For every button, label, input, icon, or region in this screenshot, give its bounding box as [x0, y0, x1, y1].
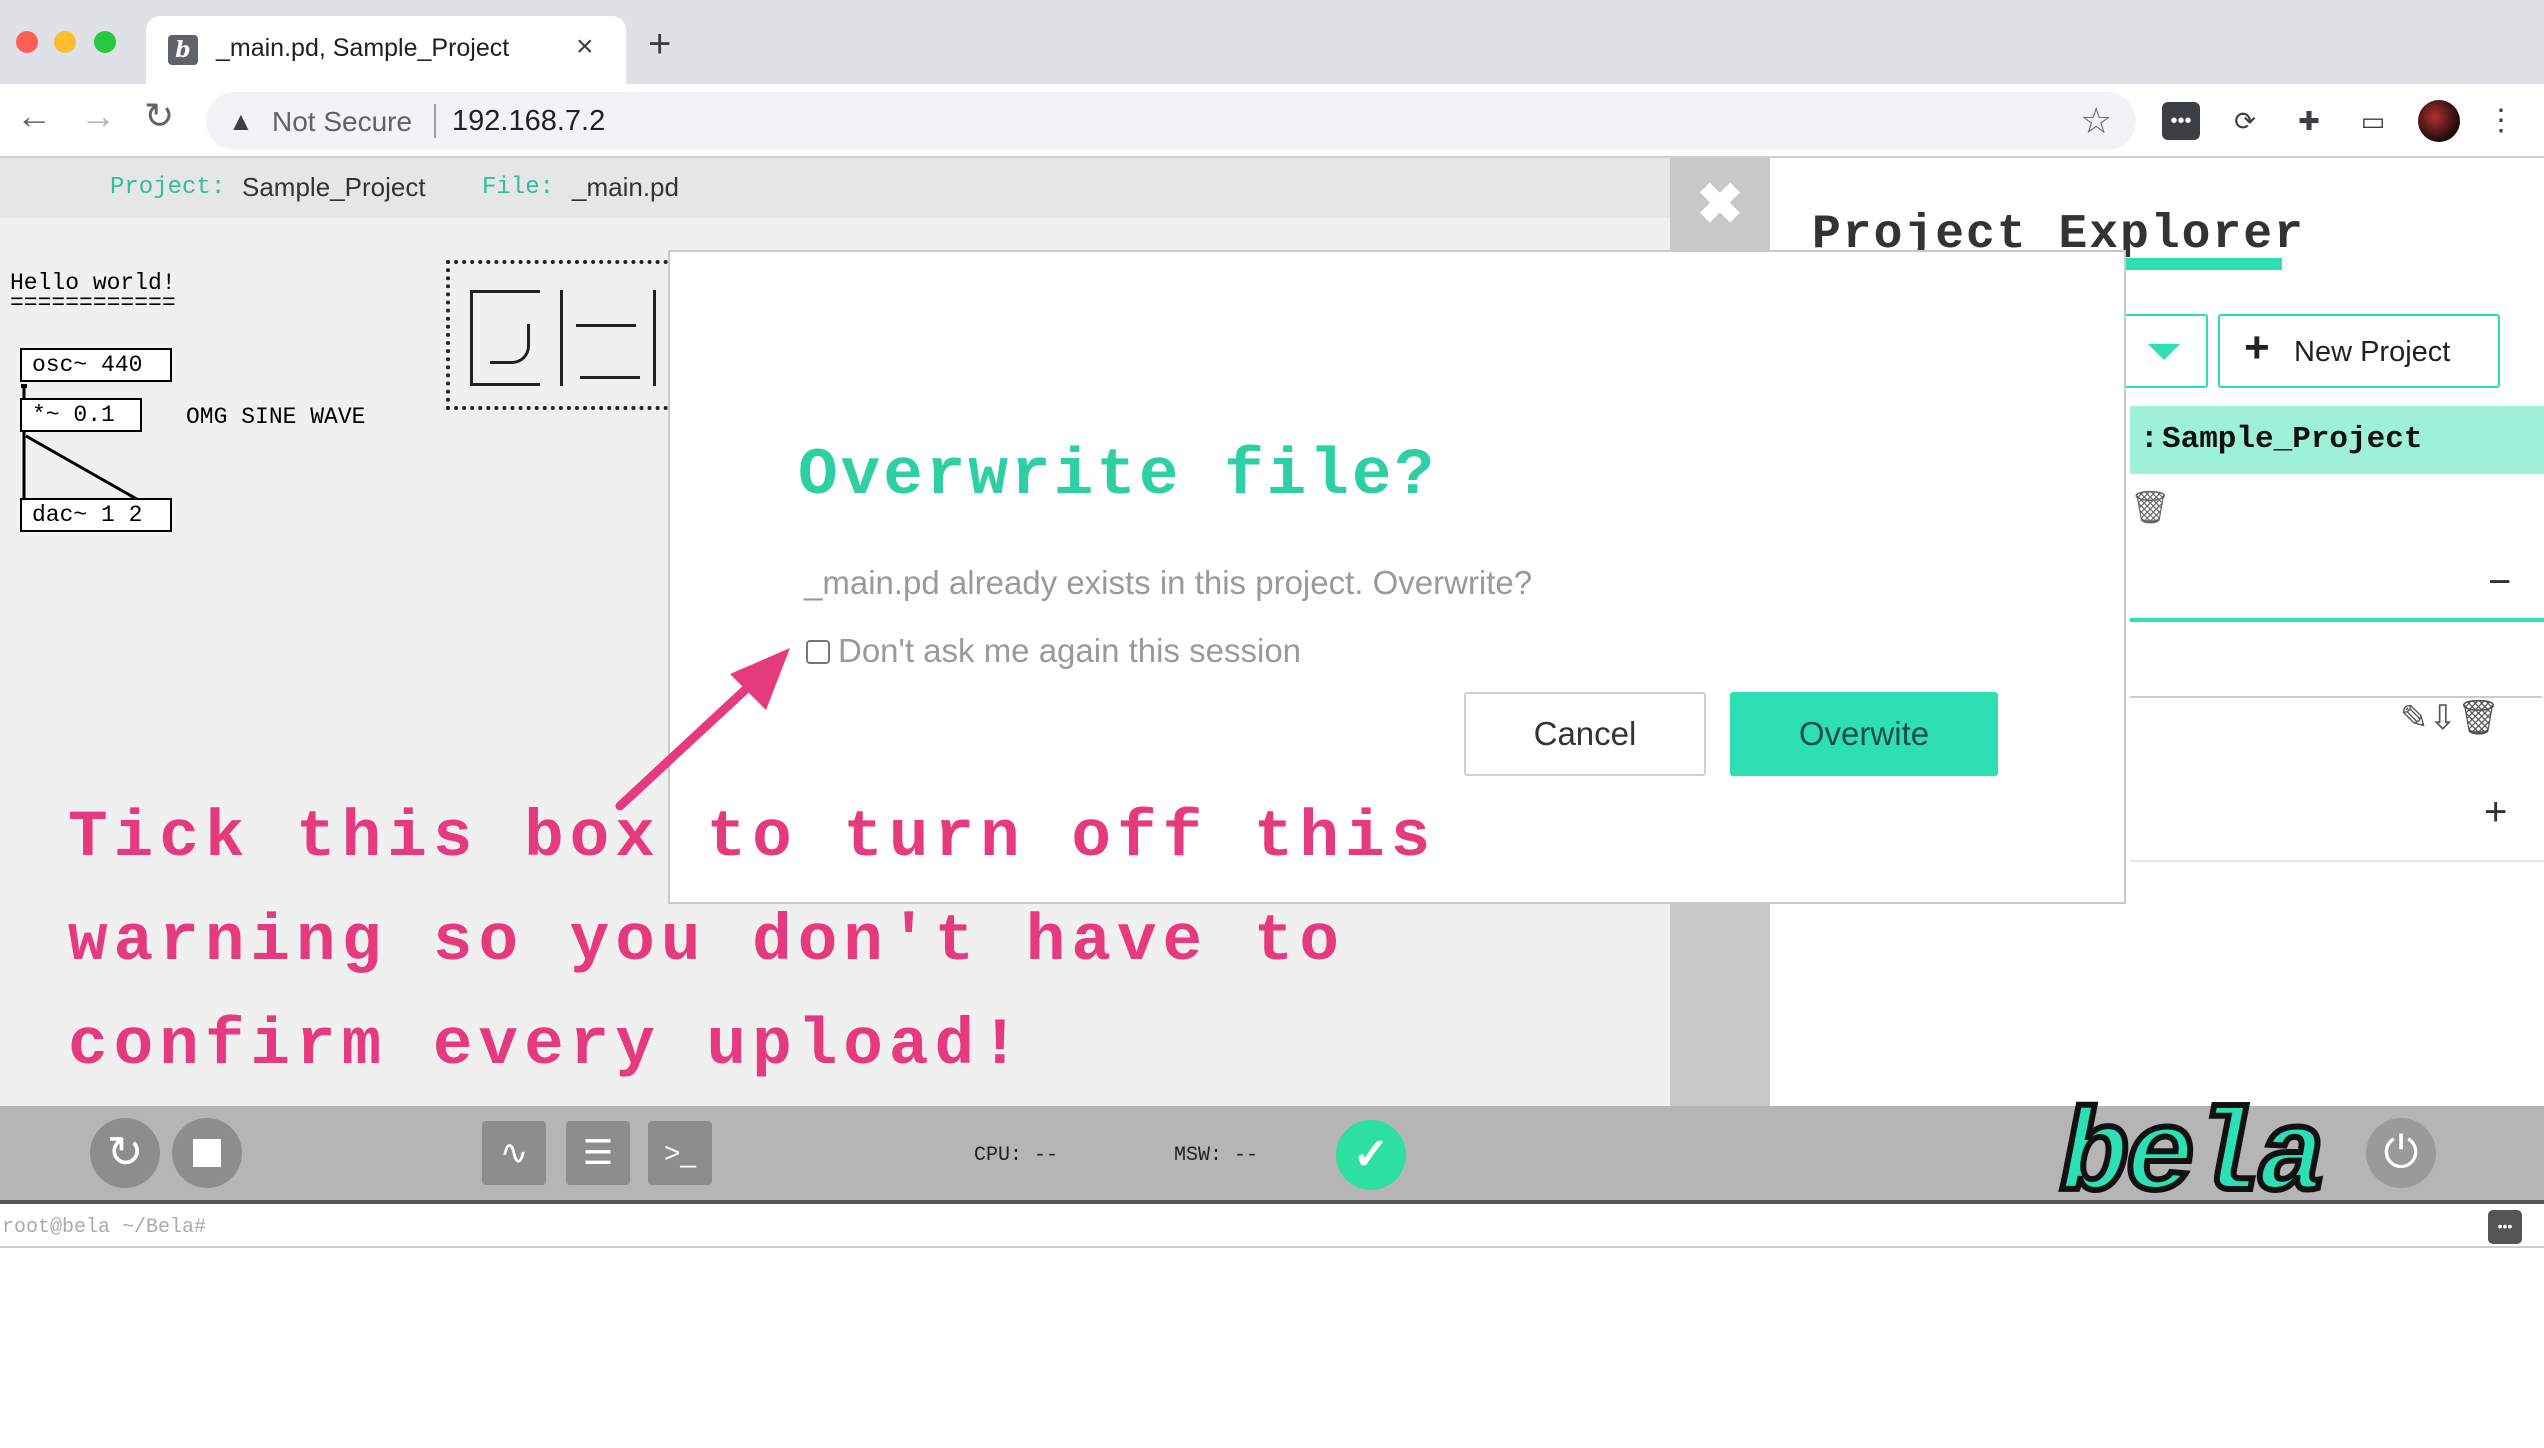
annotation-line-3: confirm every upload!	[68, 1008, 1026, 1083]
browser-tab-bar: b _main.pd, Sample_Project × +	[0, 0, 2544, 84]
file-info-bar: Project: Sample_Project File: _main.pd	[0, 158, 1670, 218]
stop-button[interactable]	[172, 1118, 242, 1188]
window-close-button[interactable]	[16, 31, 38, 53]
expand-icon[interactable]: +	[2484, 790, 2507, 835]
section-header-collapsed[interactable]: +	[2130, 770, 2544, 862]
scope-icon[interactable]: ∿	[482, 1121, 546, 1185]
file-actions: ✎⇩🗑	[2400, 698, 2500, 738]
tab-title: _main.pd, Sample_Project	[216, 34, 510, 62]
reload-icon[interactable]: ↻	[144, 98, 174, 134]
dont-ask-again-label[interactable]: Don't ask me again this session	[838, 632, 1301, 670]
delete-project-trash-icon[interactable]: 🗑	[2130, 488, 2171, 526]
stop-icon	[193, 1139, 221, 1167]
console-options-icon[interactable]: •••	[2488, 1210, 2522, 1244]
omg-comment: OMG SINE WAVE	[186, 404, 366, 430]
tab-close-icon[interactable]: ×	[576, 30, 594, 64]
console-prompt: root@bela ~/Bela#	[2, 1216, 207, 1239]
current-project-row[interactable]: : Sample_Project	[2130, 406, 2544, 474]
new-project-label: New Project	[2294, 336, 2451, 368]
cpu-stat: CPU: --	[974, 1144, 1059, 1167]
browser-toolbar: ← → ↻ ▲ Not Secure 192.168.7.2 ☆ ••• ⟳ ✚…	[0, 84, 2544, 158]
bela-favicon-icon: b	[168, 35, 198, 65]
osc-object[interactable]: osc~ 440	[20, 348, 172, 382]
logo-letter-e-base	[580, 376, 640, 379]
terminal-icon[interactable]: >_	[648, 1121, 712, 1185]
project-select-dropdown[interactable]	[2120, 314, 2208, 388]
bela-ascii-logo	[446, 260, 676, 410]
project-row-prefix: :	[2140, 422, 2159, 457]
download-icon[interactable]: ⇩	[2429, 699, 2458, 737]
cast-icon[interactable]: ▭	[2354, 102, 2392, 140]
trash-icon[interactable]: 🗑	[2457, 699, 2500, 737]
forward-icon[interactable]: →	[80, 98, 116, 134]
warning-icon[interactable]: ▲	[228, 106, 254, 137]
logo-letter-e	[560, 290, 656, 386]
new-project-button[interactable]: + New Project	[2218, 314, 2500, 388]
not-secure-label[interactable]: Not Secure	[272, 106, 412, 138]
edit-icon[interactable]: ✎	[2400, 699, 2429, 737]
cancel-button[interactable]: Cancel	[1464, 692, 1706, 776]
annotation-line-2: warning so you don't have to	[68, 904, 1345, 979]
window-zoom-button[interactable]	[94, 31, 116, 53]
dialog-title: Overwrite file?	[798, 438, 1438, 513]
close-panel-icon[interactable]: ✖	[1670, 176, 1770, 232]
power-icon[interactable]: ⏻	[2366, 1118, 2436, 1188]
back-icon[interactable]: ←	[16, 98, 52, 134]
annotation-arrow	[615, 648, 790, 811]
console[interactable]: root@bela ~/Bela# •••	[0, 1200, 2544, 1248]
extension-dots-icon[interactable]: •••	[2162, 102, 2200, 140]
annotation-line-1: Tick this box to turn off this	[68, 800, 1437, 875]
logo-letter-b-curve	[490, 324, 530, 364]
new-tab-button[interactable]: +	[648, 24, 671, 64]
status-ok-check-icon: ✓	[1336, 1120, 1406, 1190]
run-restart-icon[interactable]: ↻	[90, 1118, 160, 1188]
dac-object[interactable]: dac~ 1 2	[20, 498, 172, 532]
plus-icon: +	[2244, 323, 2270, 372]
dialog-message: _main.pd already exists in this project.…	[804, 564, 1533, 601]
address-bar[interactable]: ▲ Not Secure 192.168.7.2 ☆	[206, 92, 2136, 150]
file-label: File:	[482, 174, 555, 201]
collapse-icon[interactable]: −	[2488, 560, 2511, 605]
msw-stat: MSW: --	[1174, 1144, 1259, 1167]
overwrite-button[interactable]: Overwite	[1730, 692, 1998, 776]
menu-kebab-icon[interactable]: ⋮	[2482, 102, 2520, 140]
bookmark-star-icon[interactable]: ☆	[2080, 100, 2112, 142]
project-name: Sample_Project	[242, 172, 426, 202]
omnibox-divider	[434, 104, 436, 138]
extensions-puzzle-icon[interactable]: ✚	[2290, 102, 2328, 140]
multiply-object[interactable]: *~ 0.1	[20, 398, 142, 432]
bottom-toolbar: ↻ ∿ ☰ >_ CPU: -- MSW: -- ✓ bela ⏻	[0, 1089, 2544, 1227]
files-section-header[interactable]: −	[2130, 550, 2544, 622]
window-minimize-button[interactable]	[54, 31, 76, 53]
extension-sync-icon[interactable]: ⟳	[2226, 102, 2264, 140]
chevron-down-icon	[2148, 344, 2180, 360]
file-name: _main.pd	[572, 172, 679, 202]
project-label: Project:	[110, 174, 226, 201]
profile-avatar[interactable]	[2418, 100, 2460, 142]
logo-letter-e-bar	[576, 324, 636, 327]
sliders-icon[interactable]: ☰	[566, 1121, 630, 1185]
browser-tab[interactable]: b _main.pd, Sample_Project ×	[146, 16, 626, 84]
project-row-name: Sample_Project	[2162, 422, 2423, 457]
url-text[interactable]: 192.168.7.2	[452, 105, 605, 138]
